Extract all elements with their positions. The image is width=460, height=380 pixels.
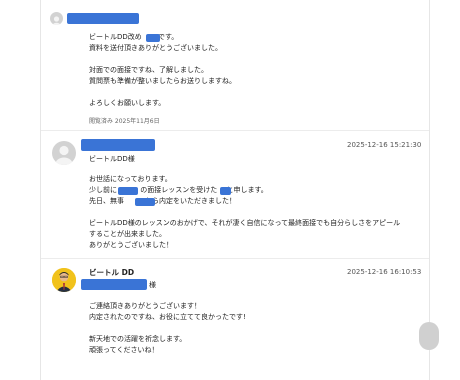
message-1-line: 対面での面接ですね、了解しました。 [89,66,208,74]
message-3-line: 内定されたのですね、お役に立てて良かったです! [89,313,246,321]
user-photo-avatar [52,268,76,292]
message-2-line: 先日、無事 から内定をいただきました！ [89,197,236,205]
message-timestamp: 2025-12-16 16:10:53 [347,268,422,276]
redacted-inline [220,187,231,195]
message-timestamp: 2025-12-16 15:21:30 [347,141,422,149]
message-3-line: 新天地での活躍を祈念します。 [89,335,187,343]
message-divider [41,258,429,259]
sender-name: ビートル DD [89,268,135,277]
redacted-inline [135,198,155,206]
message-1-line: よろしくお願いします。 [89,99,166,107]
default-avatar-icon [50,12,63,25]
message-2-line: ビートルDD様のレッスンのおかげで、それが凄く自信になって最終面接でも自分らしさ… [89,219,401,227]
message-3-line: 頑張ってくださいね！ [89,346,159,354]
read-status: 閲覧済み 2025年11月6日 [89,118,160,125]
message-2-line: することが出来ました。 [89,230,166,238]
message-1-line: 質問票も準備が整いましたらお送りしますね。 [89,77,236,85]
message-2-line: ありがとうございました！ [89,241,173,249]
redacted-inline [146,34,160,42]
message-divider [41,130,429,131]
redacted-recipient-name [81,279,147,290]
message-thread: ビートルDD改め です。 資料を送付頂きありがとうございました。 対面での面接で… [40,0,439,380]
redacted-sender-name [81,139,155,151]
scrollbar-thumb[interactable] [419,322,439,350]
message-1-line: ビートルDD改め です。 [89,33,179,41]
message-1-line: 資料を送付頂きありがとうございました。 [89,44,222,52]
default-avatar-icon [52,141,76,165]
redacted-inline [118,187,138,195]
message-2-line: 少し前に の面接レッスンを受けた と申します。 [89,186,268,194]
message-2-line: お世話になっております。 [89,175,172,183]
message-3-line: ご連絡頂きありがとうございます！ [89,302,201,310]
redacted-sender-name [67,13,139,24]
recipient-honorific: 様 [149,281,156,289]
message-addressee: ビートルDD様 [89,155,135,163]
